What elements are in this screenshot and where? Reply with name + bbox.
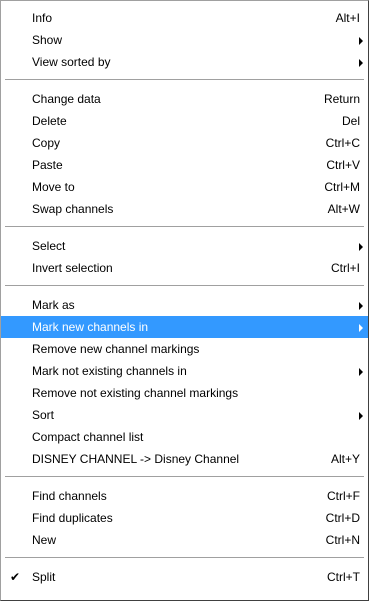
menu-item-label: Delete xyxy=(32,114,67,128)
menu-item-shortcut: Ctrl+N xyxy=(325,533,360,547)
menu-item-find-duplicates[interactable]: Find duplicates Ctrl+D xyxy=(1,507,368,529)
menu-section: Mark as Mark new channels in Remove new ch… xyxy=(1,294,368,470)
menu-section: Find channels Ctrl+F Find duplicates Ctrl+D… xyxy=(1,485,368,551)
menu-item-label: Select xyxy=(32,239,66,253)
menu-section: Info Alt+I Show View sorted by xyxy=(1,1,368,73)
menu-item-label: Show xyxy=(32,33,63,47)
menu-item-move-to[interactable]: Move to Ctrl+M xyxy=(1,176,368,198)
menu-item-label: Split xyxy=(32,570,56,584)
menu-item-invert-selection[interactable]: Invert selection Ctrl+I xyxy=(1,257,368,279)
menu-item-shortcut: Del xyxy=(341,114,360,128)
menu-item-label: Change data xyxy=(32,92,101,106)
menu-item-shortcut: Alt+I xyxy=(335,11,360,25)
context-menu: Info Alt+I Show View sorted by Change data Re… xyxy=(0,0,369,601)
menu-item-split[interactable]: ✔ Split Ctrl+T xyxy=(1,566,368,588)
menu-item-shortcut: Ctrl+I xyxy=(330,261,360,275)
menu-item-label: Swap channels xyxy=(32,202,114,216)
menu-item-find-channels[interactable]: Find channels Ctrl+F xyxy=(1,485,368,507)
menu-item-copy[interactable]: Copy Ctrl+C xyxy=(1,132,368,154)
menu-item-label: View sorted by xyxy=(32,55,111,69)
menu-item-shortcut: Return xyxy=(323,92,360,106)
menu-item-label: Compact channel list xyxy=(32,430,144,444)
menu-item-label: Invert selection xyxy=(32,261,113,275)
menu-item-shortcut: Ctrl+V xyxy=(326,158,360,172)
menu-item-shortcut: Ctrl+M xyxy=(324,180,360,194)
menu-item-label: Sort xyxy=(32,408,55,422)
menu-item-info[interactable]: Info Alt+I xyxy=(1,7,368,29)
menu-separator xyxy=(5,79,364,81)
submenu-arrow-icon xyxy=(359,243,363,251)
menu-item-disney-channel-disney-channel[interactable]: DISNEY CHANNEL -> Disney Channel Alt+Y xyxy=(1,448,368,470)
submenu-arrow-icon xyxy=(359,302,363,310)
menu-item-label: Paste xyxy=(32,158,63,172)
menu-item-mark-not-existing-channels-in[interactable]: Mark not existing channels in xyxy=(1,360,368,382)
menu-item-change-data[interactable]: Change data Return xyxy=(1,88,368,110)
menu-item-shortcut: Alt+Y xyxy=(330,452,360,466)
menu-item-label: Move to xyxy=(32,180,75,194)
menu-item-select[interactable]: Select xyxy=(1,235,368,257)
menu-item-label: Mark new channels in xyxy=(32,320,149,334)
menu-separator xyxy=(5,285,364,287)
menu-section: ✔ Split Ctrl+T xyxy=(1,566,368,588)
menu-item-remove-new-channel-markings[interactable]: Remove new channel markings xyxy=(1,338,368,360)
menu-separator xyxy=(5,557,364,559)
menu-item-paste[interactable]: Paste Ctrl+V xyxy=(1,154,368,176)
menu-item-label: Copy xyxy=(32,136,61,150)
submenu-arrow-icon xyxy=(359,37,363,45)
menu-separator xyxy=(5,476,364,478)
menu-item-shortcut: Ctrl+C xyxy=(325,136,360,150)
checkmark-icon: ✔ xyxy=(10,570,21,584)
menu-item-mark-as[interactable]: Mark as xyxy=(1,294,368,316)
menu-item-mark-new-channels-in[interactable]: Mark new channels in xyxy=(1,316,368,338)
menu-item-label: Info xyxy=(32,11,53,25)
menu-item-view-sorted-by[interactable]: View sorted by xyxy=(1,51,368,73)
menu-item-delete[interactable]: Delete Del xyxy=(1,110,368,132)
menu-item-shortcut: Ctrl+D xyxy=(325,511,360,525)
menu-item-shortcut: Ctrl+F xyxy=(327,489,360,503)
submenu-arrow-icon xyxy=(359,368,363,376)
menu-section: Select Invert selection Ctrl+I xyxy=(1,235,368,279)
menu-item-label: Mark as xyxy=(32,298,75,312)
menu-item-label: New xyxy=(32,533,57,547)
menu-item-label: Find duplicates xyxy=(32,511,113,525)
menu-item-shortcut: Ctrl+T xyxy=(327,570,360,584)
menu-item-label: Mark not existing channels in xyxy=(32,364,187,378)
menu-separator xyxy=(5,226,364,228)
menu-item-new[interactable]: New Ctrl+N xyxy=(1,529,368,551)
menu-section: Change data Return Delete Del Copy Ctrl+C Past… xyxy=(1,88,368,220)
menu-item-label: Find channels xyxy=(32,489,107,503)
menu-item-swap-channels[interactable]: Swap channels Alt+W xyxy=(1,198,368,220)
submenu-arrow-icon xyxy=(359,412,363,420)
menu-item-label: Remove not existing channel markings xyxy=(32,386,239,400)
menu-item-label: Remove new channel markings xyxy=(32,342,200,356)
menu-item-remove-not-existing-channel-markings[interactable]: Remove not existing channel markings xyxy=(1,382,368,404)
menu-item-show[interactable]: Show xyxy=(1,29,368,51)
menu-item-label: DISNEY CHANNEL -> Disney Channel xyxy=(32,452,240,466)
submenu-arrow-icon xyxy=(359,324,363,332)
menu-item-shortcut: Alt+W xyxy=(327,202,360,216)
menu-item-sort[interactable]: Sort xyxy=(1,404,368,426)
menu-item-compact-channel-list[interactable]: Compact channel list xyxy=(1,426,368,448)
submenu-arrow-icon xyxy=(359,59,363,67)
